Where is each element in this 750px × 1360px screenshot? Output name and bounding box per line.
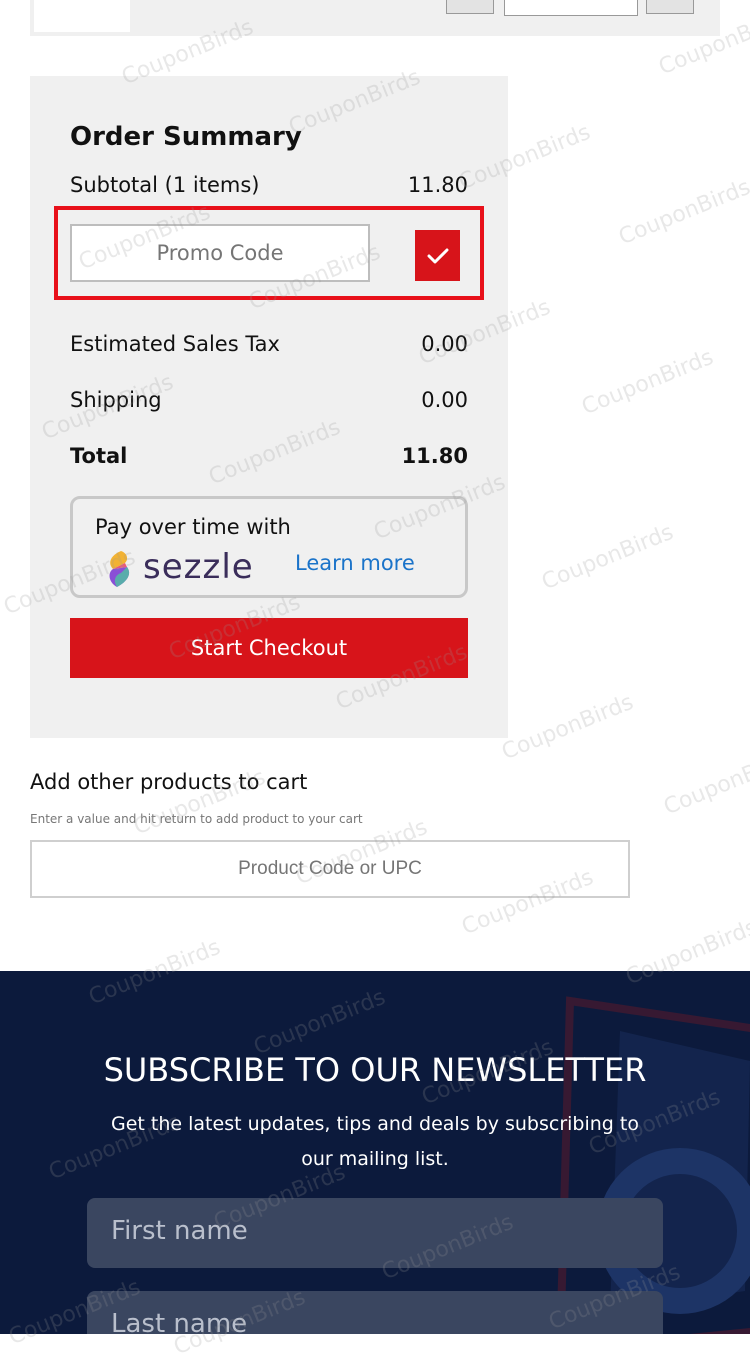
order-summary-title: Order Summary [70,122,302,152]
quantity-input[interactable] [504,0,638,16]
add-products-hint: Enter a value and hit return to add prod… [30,812,363,826]
watermark: CouponBirds [578,344,718,421]
newsletter-title: SUBSCRIBE TO OUR NEWSLETTER [103,1051,647,1089]
subtotal-value: 11.80 [407,173,468,197]
add-products-title: Add other products to cart [30,770,308,794]
sezzle-promo-box: Pay over time with sezzle Learn more [70,496,468,598]
sezzle-logo-icon [109,551,130,587]
newsletter-section: SUBSCRIBE TO OUR NEWSLETTER Get the late… [0,971,750,1334]
cart-item-row [30,0,720,36]
watermark: CouponBirds [498,689,638,766]
total-value: 11.80 [401,444,468,468]
total-label: Total [70,444,128,468]
shipping-label: Shipping [70,388,162,412]
sezzle-learn-more-link[interactable]: Learn more [295,551,415,575]
tax-value: 0.00 [421,332,468,356]
watermark: CouponBirds [615,174,750,251]
shipping-value: 0.00 [421,388,468,412]
watermark: CouponBirds [660,744,750,821]
watermark: CouponBirds [538,519,678,596]
last-name-input[interactable]: Last name [87,1291,663,1334]
tax-label: Estimated Sales Tax [70,332,280,356]
start-checkout-button[interactable]: Start Checkout [70,618,468,678]
quantity-decrease-button[interactable] [446,0,494,14]
newsletter-description: Get the latest updates, tips and deals b… [111,1113,639,1170]
first-name-input[interactable]: First name [87,1198,663,1268]
quantity-increase-button[interactable] [646,0,694,14]
product-thumbnail [34,0,130,32]
subtotal-label: Subtotal (1 items) [70,173,260,197]
product-code-input[interactable] [30,840,630,898]
check-icon [427,248,448,263]
order-summary-panel: Order Summary Subtotal (1 items) 11.80 E… [30,76,508,738]
promo-code-input[interactable] [70,224,370,282]
promo-apply-button[interactable] [415,230,460,281]
sezzle-brand: sezzle [143,547,254,587]
sezzle-text: Pay over time with [95,515,291,539]
